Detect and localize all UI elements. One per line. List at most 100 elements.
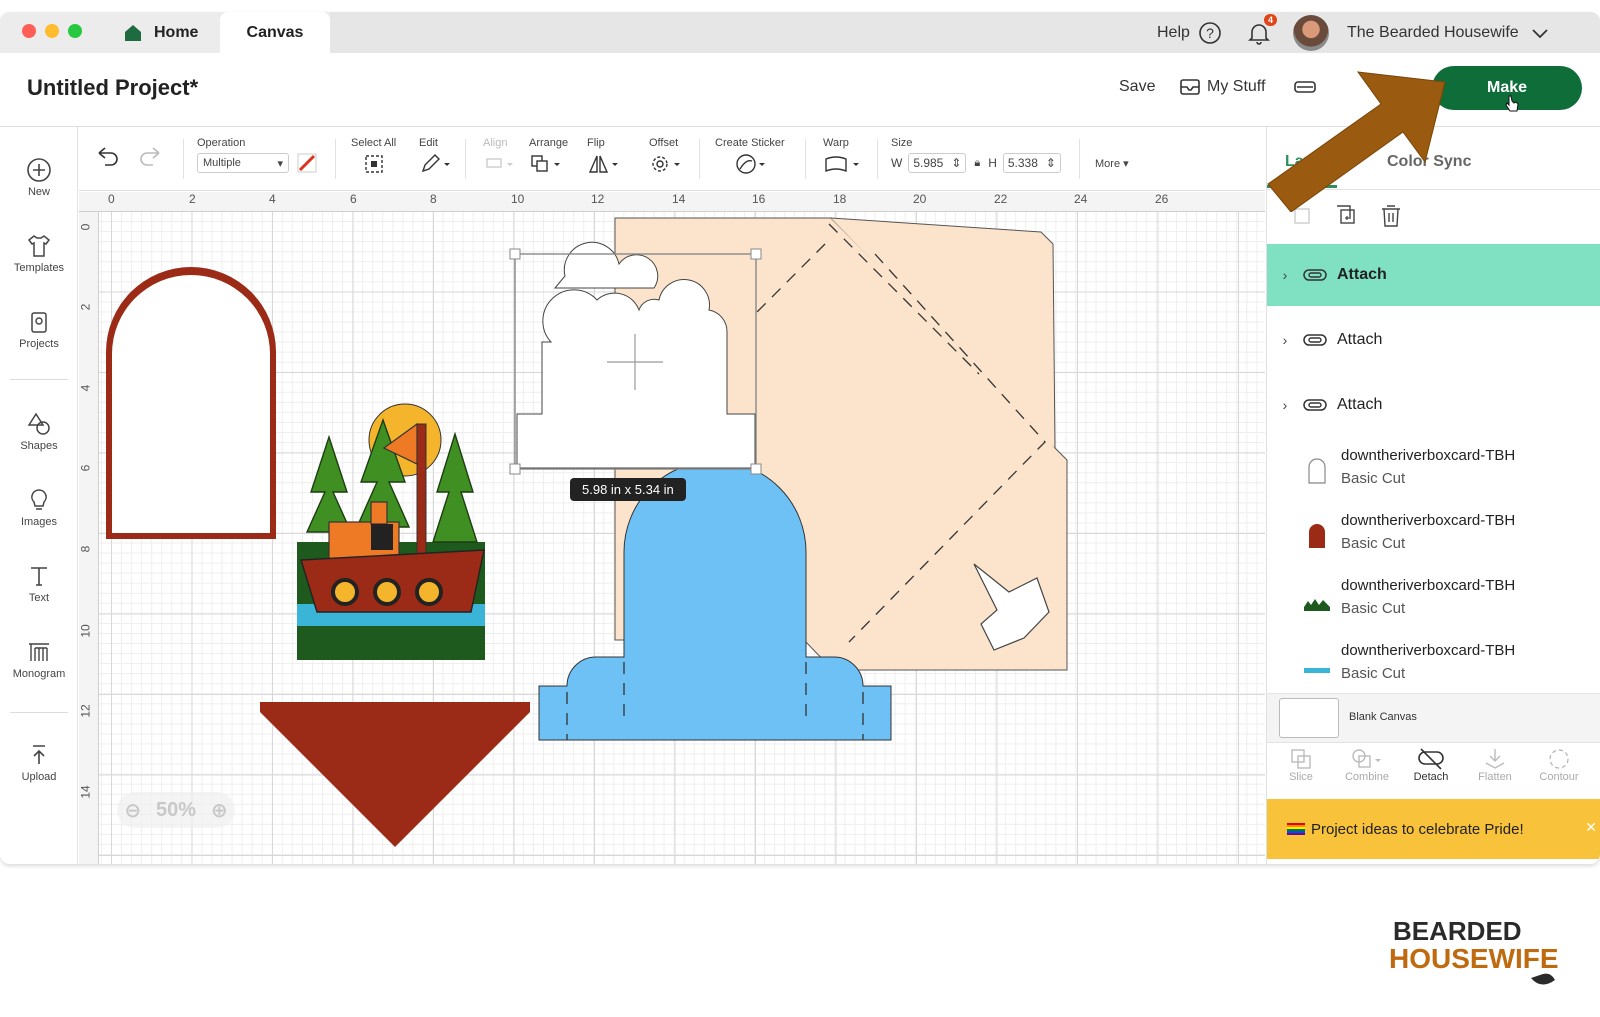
zoom-control: ⊖ 50% ⊕ xyxy=(117,792,235,828)
layer-group-attach[interactable]: › Attach xyxy=(1267,374,1600,436)
align-button[interactable]: Align xyxy=(483,137,515,178)
stepper-icon[interactable]: ⇕ xyxy=(1046,156,1056,170)
nav-images-label: Images xyxy=(20,516,58,528)
blank-canvas-row[interactable]: Blank Canvas xyxy=(1267,693,1600,743)
warp-label: Warp xyxy=(823,137,849,149)
layer-group-attach[interactable]: › Attach xyxy=(1267,244,1600,306)
chevron-right-icon[interactable]: › xyxy=(1267,332,1303,348)
nav-new-label: New xyxy=(27,186,50,198)
select-all-icon xyxy=(364,155,383,173)
close-window-button[interactable] xyxy=(22,24,36,38)
my-stuff-label: My Stuff xyxy=(1207,78,1266,95)
layer-group-label: Attach xyxy=(1337,396,1383,413)
tab-home[interactable]: Home xyxy=(110,12,220,53)
selection-handle[interactable] xyxy=(509,463,521,475)
contour-button[interactable]: Contour xyxy=(1529,747,1589,783)
arch-frame-inner xyxy=(112,275,270,533)
chevron-right-icon[interactable]: › xyxy=(1267,267,1303,283)
toolbar-divider xyxy=(183,139,184,179)
save-button[interactable]: Save xyxy=(1119,78,1155,96)
nav-text[interactable]: Text xyxy=(0,563,78,604)
project-title[interactable]: Untitled Project* xyxy=(27,75,198,101)
sticker-icon xyxy=(736,154,765,174)
warp-button[interactable]: Warp xyxy=(823,137,863,178)
operation-select[interactable]: Multiple ▾ xyxy=(197,153,289,173)
select-all-button[interactable]: Select All xyxy=(351,137,396,178)
account-menu[interactable]: The Bearded Housewife xyxy=(1293,12,1549,53)
flip-button[interactable]: Flip xyxy=(587,137,621,178)
layer-group-attach[interactable]: › Attach xyxy=(1267,309,1600,371)
layer-item[interactable]: downtheriverboxcard-TBH Basic Cut xyxy=(1267,569,1600,633)
account-name: The Bearded Housewife xyxy=(1347,23,1519,41)
layer-group-label: Attach xyxy=(1337,331,1383,348)
stepper-icon[interactable]: ⇕ xyxy=(951,156,961,170)
offset-button[interactable]: Offset xyxy=(649,137,683,178)
selection-handle[interactable] xyxy=(750,463,762,475)
blank-canvas-swatch[interactable] xyxy=(1279,698,1339,738)
pencil-icon xyxy=(421,154,450,173)
create-sticker-button[interactable]: Create Sticker xyxy=(715,137,785,178)
boat-porthole xyxy=(373,578,401,606)
size-group: Size W 5.985 ⇕ 🔒︎ H 5.338 ⇕ xyxy=(891,137,1061,173)
monogram-icon xyxy=(29,643,49,661)
help-label: Help xyxy=(1157,23,1190,41)
zoom-out-icon[interactable]: ⊖ xyxy=(124,798,141,823)
lightbulb-icon xyxy=(31,489,47,510)
width-input[interactable]: 5.985 ⇕ xyxy=(908,153,967,173)
layer-name: downtheriverboxcard-TBH xyxy=(1341,577,1516,594)
chevron-down-icon xyxy=(1532,28,1548,38)
nav-images[interactable]: Images xyxy=(0,487,78,528)
edit-button[interactable]: Edit xyxy=(419,137,451,178)
detach-button[interactable]: Detach xyxy=(1401,747,1461,783)
layer-operation: Basic Cut xyxy=(1341,665,1406,682)
layer-item[interactable]: downtheriverboxcard-TBH Basic Cut xyxy=(1267,634,1600,698)
notifications-button[interactable]: 4 xyxy=(1246,12,1278,53)
help-button[interactable]: Help ? xyxy=(1157,12,1222,53)
selection-handle[interactable] xyxy=(750,248,762,260)
avatar xyxy=(1293,14,1329,51)
question-icon: ? xyxy=(1199,21,1221,44)
layer-thumbnail xyxy=(1308,458,1326,484)
slice-button[interactable]: Slice xyxy=(1271,747,1331,783)
nav-upload[interactable]: Upload xyxy=(0,742,78,783)
nav-shapes[interactable]: Shapes xyxy=(0,411,78,452)
zoom-level: 50% xyxy=(155,798,197,821)
layer-item[interactable]: downtheriverboxcard-TBH Basic Cut xyxy=(1267,504,1600,568)
nav-new[interactable]: New xyxy=(0,157,78,198)
lock-icon[interactable]: 🔒︎ xyxy=(974,157,980,170)
flatten-icon xyxy=(1485,749,1505,769)
flatten-label: Flatten xyxy=(1478,771,1512,783)
chevron-right-icon[interactable]: › xyxy=(1267,397,1303,413)
design-canvas[interactable]: 0 2 4 6 8 10 12 14 16 18 20 22 24 26 0 2… xyxy=(79,192,1265,864)
boat-porthole xyxy=(415,578,443,606)
pride-banner[interactable]: Project ideas to celebrate Pride! ✕ xyxy=(1267,799,1600,859)
close-icon[interactable]: ✕ xyxy=(1585,819,1597,836)
nav-projects[interactable]: Projects xyxy=(0,309,78,350)
minimize-window-button[interactable] xyxy=(45,24,59,38)
undo-button[interactable] xyxy=(95,145,121,170)
zoom-window-button[interactable] xyxy=(68,24,82,38)
redo-button[interactable] xyxy=(137,145,163,170)
boat-window xyxy=(371,524,393,550)
my-stuff-button[interactable]: My Stuff xyxy=(1179,78,1265,96)
operation-group: Operation Multiple ▾ xyxy=(197,137,317,173)
tab-canvas[interactable]: Canvas xyxy=(220,12,330,53)
red-triangle-shape[interactable] xyxy=(260,702,530,847)
nav-monogram[interactable]: Monogram xyxy=(0,639,78,680)
more-button[interactable]: More ▾ xyxy=(1095,157,1129,170)
layer-item[interactable]: downtheriverboxcard-TBH Basic Cut xyxy=(1267,439,1600,503)
notification-badge: 4 xyxy=(1264,14,1278,26)
arrange-button[interactable]: Arrange xyxy=(529,137,568,178)
caret-down-icon: ▾ xyxy=(277,157,283,170)
offset-label: Offset xyxy=(649,137,679,149)
width-label: W xyxy=(891,156,903,170)
selection-handle[interactable] xyxy=(509,248,521,260)
combine-button[interactable]: Combine xyxy=(1337,747,1397,783)
height-value: 5.338 xyxy=(1007,156,1038,170)
layer-name: downtheriverboxcard-TBH xyxy=(1341,512,1516,529)
color-swatch-icon[interactable] xyxy=(297,153,317,173)
zoom-in-icon[interactable]: ⊕ xyxy=(211,798,228,823)
flatten-button[interactable]: Flatten xyxy=(1465,747,1525,783)
nav-templates[interactable]: Templates xyxy=(0,233,78,274)
height-input[interactable]: 5.338 ⇕ xyxy=(1002,153,1061,173)
